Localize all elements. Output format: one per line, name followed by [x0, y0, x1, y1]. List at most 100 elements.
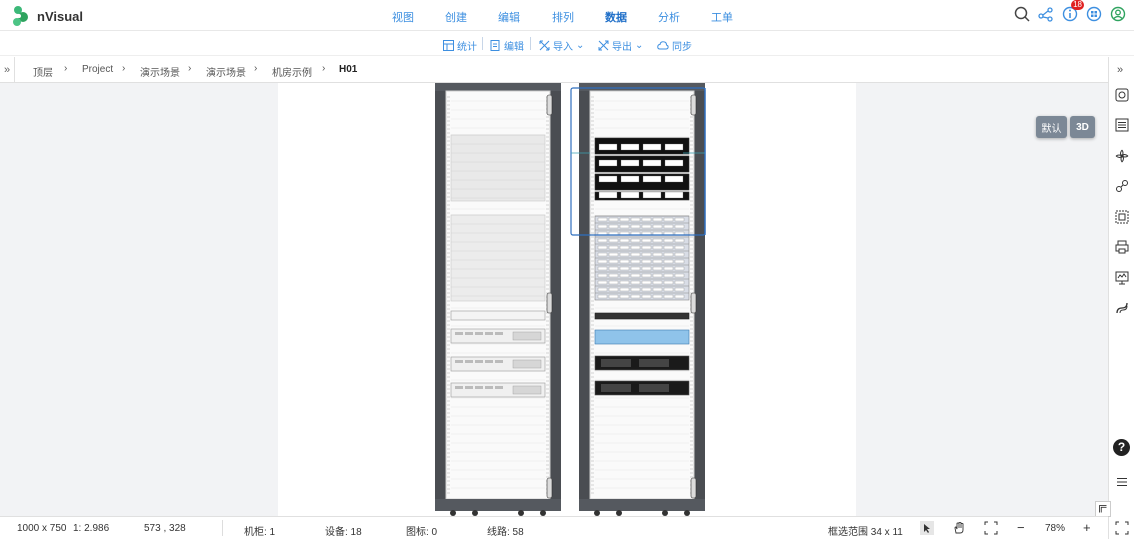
port-block [664, 159, 684, 167]
port-block [664, 175, 684, 183]
breadcrumb-item[interactable]: 机房示例 [272, 64, 312, 79]
nav-edit[interactable]: 编辑 [498, 9, 520, 25]
default-view-button[interactable]: 默认 [1036, 116, 1067, 138]
switch-port [674, 273, 685, 278]
drive-bay [495, 386, 503, 389]
edit-data-button[interactable]: 编辑 [490, 38, 524, 53]
switch-port [630, 238, 641, 243]
user-icon[interactable] [1110, 6, 1126, 22]
monitor-icon[interactable] [1115, 271, 1129, 285]
switch-port [663, 252, 674, 257]
rack-diagram[interactable] [278, 83, 856, 516]
nav-view[interactable]: 视图 [392, 9, 414, 25]
breadcrumb-item[interactable]: 演示场景 [206, 64, 246, 79]
properties-icon[interactable] [1115, 88, 1129, 102]
switch-port [597, 245, 608, 250]
app-logo[interactable]: nVisual [10, 5, 83, 27]
vent [639, 384, 669, 392]
drive-bay [475, 386, 483, 389]
switch-port [608, 224, 619, 229]
switch-port [597, 217, 608, 222]
import-icon [539, 40, 550, 51]
chevron-down-icon: ⌄ [576, 40, 585, 51]
cable-icon[interactable] [1115, 301, 1129, 315]
switch-port [663, 217, 674, 222]
settings-icon[interactable] [1086, 6, 1102, 22]
breadcrumb-item[interactable]: 顶层 [33, 64, 53, 79]
nav-arrange[interactable]: 排列 [552, 9, 574, 25]
port-block [620, 191, 640, 199]
port-block [598, 143, 618, 151]
switch-port [674, 238, 685, 243]
server-panel [512, 331, 542, 341]
pointer-tool-icon[interactable] [920, 521, 934, 535]
switch-port [597, 259, 608, 264]
canvas-size: 1000 x 750 [17, 523, 67, 534]
switch-port [674, 252, 685, 257]
rack-left-handle [546, 94, 553, 116]
switch-port [630, 245, 641, 250]
server-1u [450, 310, 546, 321]
breadcrumb-item[interactable]: Project [82, 64, 113, 75]
switch-port [674, 245, 685, 250]
drive-bay [455, 332, 463, 335]
rack-right-top-cap [579, 83, 705, 91]
device-count: 设备: 18 [325, 527, 362, 538]
drive-bay [495, 360, 503, 363]
switch-port [663, 266, 674, 271]
line-count: 线路: 58 [487, 527, 524, 538]
link-icon[interactable] [1115, 179, 1129, 193]
printer-icon[interactable] [1115, 240, 1129, 254]
drawing-paper[interactable] [278, 83, 856, 516]
rack-left-top-cap [435, 83, 561, 91]
list-icon[interactable] [1115, 118, 1129, 132]
selection-grid-icon[interactable] [1115, 210, 1129, 224]
import-button[interactable]: 导入 ⌄ [539, 38, 584, 53]
switch-port [641, 224, 652, 229]
rack-right-handle [690, 292, 697, 314]
share-icon[interactable] [1038, 6, 1054, 22]
switch-port [630, 273, 641, 278]
nav-data[interactable]: 数据 [605, 9, 627, 25]
switch-port [674, 224, 685, 229]
fullscreen-icon[interactable] [984, 521, 998, 535]
toolbar-divider [482, 37, 483, 50]
zoom-out-button[interactable]: − [1017, 520, 1025, 535]
fan-icon[interactable] [1115, 149, 1129, 163]
top-bar: nVisual 视图 创建 编辑 排列 数据 分析 工单 18 [0, 0, 1134, 31]
expand-left-panel-icon[interactable]: » [4, 64, 10, 76]
minimap-toggle-icon[interactable] [1095, 501, 1111, 517]
divider [222, 520, 223, 536]
menu-icon[interactable] [1115, 475, 1129, 489]
breadcrumb-item[interactable]: 演示场景 [140, 64, 180, 79]
nav-analysis[interactable]: 分析 [658, 9, 680, 25]
cabinet-count: 机柜: 1 [244, 527, 276, 538]
stats-button[interactable]: 统计 [443, 38, 477, 53]
nav-workorder[interactable]: 工单 [711, 9, 733, 25]
collapse-right-panel-icon[interactable]: » [1117, 64, 1123, 76]
switch-port [608, 245, 619, 250]
export-label: 导出 [612, 42, 632, 53]
switch-port [619, 266, 630, 271]
nav-create[interactable]: 创建 [445, 9, 467, 25]
switch-port [641, 252, 652, 257]
drive-bay [485, 332, 493, 335]
fit-screen-icon[interactable] [1115, 521, 1129, 535]
3d-view-button[interactable]: 3D [1070, 116, 1095, 138]
server-panel [512, 385, 542, 395]
port-block [598, 159, 618, 167]
switch-port [619, 294, 630, 299]
hand-tool-icon[interactable] [952, 521, 966, 535]
sync-button[interactable]: 同步 [657, 38, 692, 53]
canvas-area[interactable] [0, 83, 1108, 516]
switch-port [641, 266, 652, 271]
search-icon[interactable] [1014, 6, 1030, 22]
notification-button[interactable]: 18 [1062, 0, 1084, 22]
switch-port [674, 266, 685, 271]
zoom-in-button[interactable]: + [1083, 520, 1091, 535]
help-icon[interactable]: ? [1113, 439, 1130, 456]
switch-port [663, 287, 674, 292]
export-button[interactable]: 导出 ⌄ [598, 38, 643, 53]
chevron-right-icon: › [254, 63, 258, 74]
switch-port [630, 294, 641, 299]
